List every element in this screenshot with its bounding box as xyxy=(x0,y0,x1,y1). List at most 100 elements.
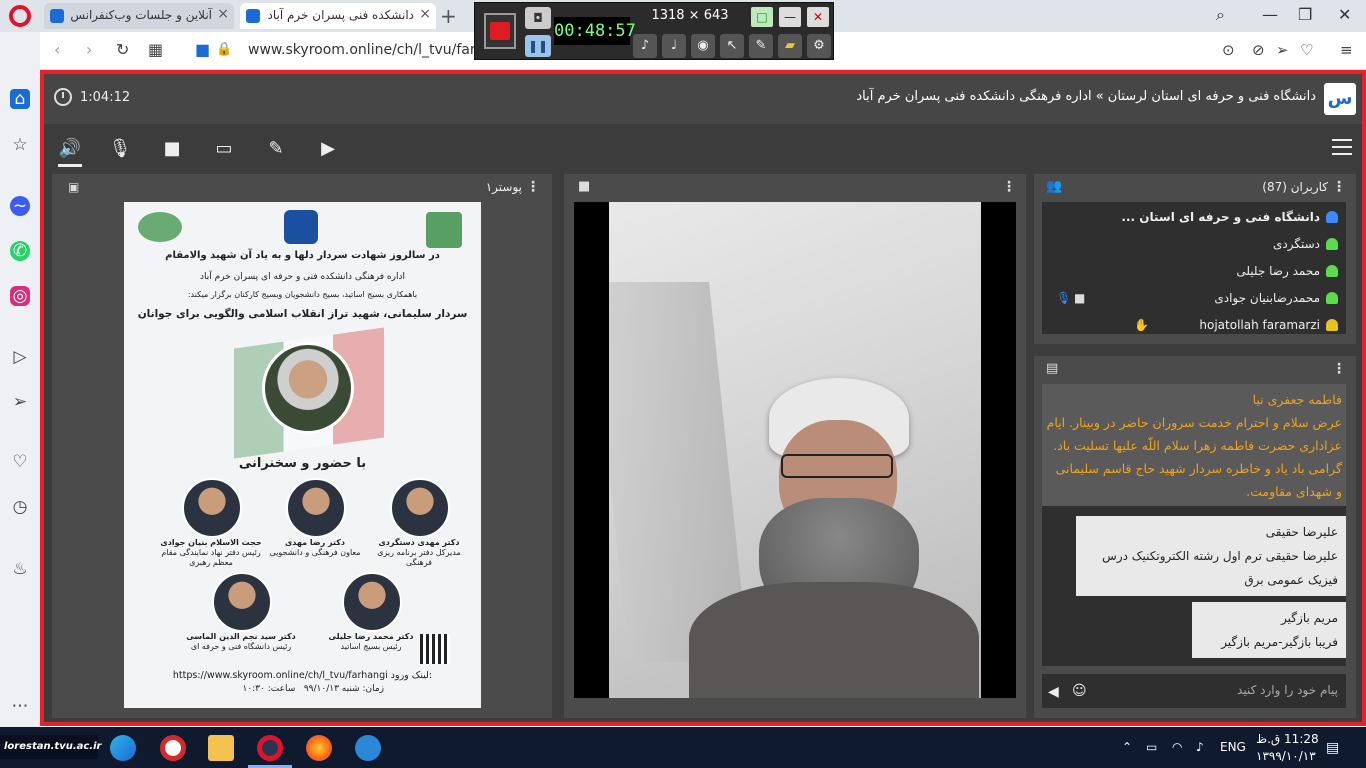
recorder-minimize-icon[interactable]: — xyxy=(779,7,801,27)
user-list: دانشگاه فنی و حرفه ای استان ... دستگردی … xyxy=(1042,202,1346,334)
speed-dial-star-icon[interactable]: ☆ xyxy=(10,135,30,155)
poster-headline-2: اداره فرهنگی دانشکده فنی و حرفه ای پسران… xyxy=(199,272,405,282)
volume-icon[interactable]: ♪ xyxy=(1196,740,1204,754)
microphone-icon[interactable]: ♩ xyxy=(662,34,686,58)
chat-message: علیرضا حقیقی علیرضا حقیقی ترم اول رشته ا… xyxy=(1076,516,1346,596)
messenger-icon[interactable]: ~ xyxy=(10,196,30,216)
cultural-logo-icon xyxy=(426,212,462,248)
speaker-volume-icon[interactable]: ♪ xyxy=(633,34,657,58)
poster-link-line: https://www.skyroom.online/ch/l_tvu/farh… xyxy=(130,670,475,681)
user-row[interactable]: دستگردی xyxy=(1042,231,1346,258)
minimize-icon[interactable]: — xyxy=(1262,5,1278,24)
users-count: کاربران (87) xyxy=(1262,180,1328,194)
chat-panel-menu-icon[interactable]: ⋮ xyxy=(1332,361,1346,377)
bookmarks-heart-icon[interactable]: ♡ xyxy=(10,452,30,472)
instagram-icon[interactable]: ◎ xyxy=(10,286,30,306)
tab-webconference[interactable]: آنلاین و جلسات وب‌کنفرانس × xyxy=(44,3,234,29)
folder-icon[interactable]: ▰ xyxy=(778,34,802,58)
new-tab-button[interactable]: + xyxy=(440,4,457,28)
chat-text: علیرضا حقیقی ترم اول رشته الکتروتکنیک در… xyxy=(1102,549,1338,587)
tab-grid-icon[interactable]: ▦ xyxy=(148,40,163,59)
heart-icon[interactable]: ♡ xyxy=(1300,41,1313,59)
internet-explorer-icon[interactable] xyxy=(355,735,381,761)
pen-icon[interactable]: ✎ xyxy=(749,34,773,58)
reload-icon[interactable]: ↻ xyxy=(116,40,129,59)
pause-button[interactable]: ❚❚ xyxy=(525,35,551,57)
users-panel-menu-icon[interactable]: ⋮ xyxy=(1332,179,1346,195)
user-camera-icon: ■ xyxy=(1074,291,1086,305)
snapshot-icon[interactable]: ⊙ xyxy=(1222,41,1235,59)
speaker-role: مدیرکل دفتر برنامه ریزی فرهنگی xyxy=(377,548,461,567)
user-name: دانشگاه فنی و حرفه ای استان ... xyxy=(1121,210,1320,224)
region-icon[interactable]: □ xyxy=(751,7,773,27)
user-row[interactable]: محمدرضابنیان جوادی 🎙 ■ xyxy=(1042,285,1346,312)
screenshot-camera-icon[interactable]: ◘ xyxy=(525,7,551,29)
file-explorer-icon[interactable] xyxy=(208,735,234,761)
speaker-caption: دکتر مهدی دستگردی مدیرکل دفتر برنامه ریزی… xyxy=(364,538,474,568)
opera-taskbar-icon[interactable] xyxy=(257,735,283,761)
tips-bulb-icon[interactable]: ♨ xyxy=(10,559,30,579)
opera-logo-icon[interactable] xyxy=(9,5,31,27)
record-button[interactable] xyxy=(484,13,516,49)
home-icon[interactable]: ⌂ xyxy=(10,89,30,109)
screen-share-icon[interactable]: ▭ xyxy=(212,138,236,160)
adblock-icon[interactable]: ⊘ xyxy=(1252,41,1265,59)
language-indicator[interactable]: ENG xyxy=(1220,740,1246,754)
clock-time[interactable]: 11:28 ق.ظ xyxy=(1256,732,1319,746)
user-row[interactable]: دانشگاه فنی و حرفه ای استان ... xyxy=(1042,204,1346,231)
whatsapp-icon[interactable]: ✆ xyxy=(10,241,30,261)
opera-sidebar: ⌂ ☆ ~ ✆ ◎ ▷ ➢ ♡ ◷ ♨ ⋯ xyxy=(0,32,40,736)
video-panel-menu-icon[interactable]: ⋮ xyxy=(1002,179,1016,195)
close-window-icon[interactable]: ✕ xyxy=(1338,5,1351,24)
player-icon[interactable]: ▷ xyxy=(10,347,30,367)
history-icon[interactable]: ◷ xyxy=(10,497,30,517)
recorder-close-icon[interactable]: ✕ xyxy=(807,7,829,27)
cursor-icon[interactable]: ↖ xyxy=(720,34,744,58)
chat-input[interactable]: پیام خود را وارد کنید xyxy=(1042,674,1346,708)
menu-lines-icon[interactable]: ≡ xyxy=(1340,41,1353,59)
wifi-icon[interactable]: ◠ xyxy=(1172,740,1182,754)
forward-icon[interactable]: › xyxy=(86,40,92,59)
user-icon xyxy=(1326,238,1338,250)
poster-panel-menu-icon[interactable]: ⋮ xyxy=(526,179,540,195)
speaker-icon[interactable]: 🔊 xyxy=(58,138,82,160)
hamburger-menu-icon[interactable] xyxy=(1332,139,1352,155)
mic-muted-icon[interactable]: 🎙 xyxy=(108,138,132,160)
lock-icon[interactable]: 🔒 xyxy=(216,42,232,57)
more-dots-icon[interactable]: ⋯ xyxy=(10,696,30,716)
settings-gear-icon[interactable]: ⚙ xyxy=(807,34,831,58)
clock-date[interactable]: ۱۳۹۹/۱۰/۱۳ xyxy=(1256,749,1316,763)
camera-icon[interactable]: ■ xyxy=(160,138,184,160)
media-play-icon[interactable]: ▶ xyxy=(316,138,340,160)
university-logo-icon xyxy=(284,210,318,244)
camera-permission-icon[interactable]: ■ xyxy=(195,40,210,59)
tray-expand-icon[interactable]: ⌃ xyxy=(1122,740,1132,754)
room-title: دانشگاه فنی و حرفه ای استان لرستان » ادا… xyxy=(856,89,1316,104)
brush-icon[interactable]: ✎ xyxy=(264,138,288,160)
url-field[interactable]: www.skyroom.online/ch/l_tvu/farhan xyxy=(248,42,476,58)
panel-expand-icon[interactable]: ▣ xyxy=(68,180,79,194)
speaker-caption: دکتر محمد رضا جلیلی رئیس بسیج اساتید xyxy=(316,632,426,652)
tab-skyroom[interactable]: دانشکده فنی پسران خرم آباد × xyxy=(240,3,436,29)
speaker-role: رئیس بسیج اساتید xyxy=(340,642,402,651)
edge-icon[interactable] xyxy=(110,735,136,761)
user-row[interactable]: محمد رضا جلیلی xyxy=(1042,258,1346,285)
user-row[interactable]: hojatollah faramarzi ✋ xyxy=(1042,312,1346,334)
battery-icon[interactable]: ▭ xyxy=(1146,740,1157,754)
webcam-icon[interactable]: ◉ xyxy=(691,34,715,58)
tab-close-icon[interactable]: × xyxy=(419,6,431,22)
maximize-icon[interactable]: ❐ xyxy=(1298,5,1312,24)
send-icon[interactable]: ➢ xyxy=(1276,41,1289,59)
video-feed[interactable] xyxy=(574,202,1016,698)
notifications-icon[interactable]: ▤ xyxy=(1326,740,1339,756)
search-tabs-icon[interactable]: ⌕ xyxy=(1216,5,1225,25)
chat-panel-header: ▤ ⋮ xyxy=(1034,356,1356,382)
emoji-icon[interactable]: ☺ xyxy=(1072,683,1087,699)
tab-close-icon[interactable]: × xyxy=(217,6,229,22)
flow-send-icon[interactable]: ➢ xyxy=(10,392,30,412)
back-icon[interactable]: ‹ xyxy=(54,40,60,59)
user-icon xyxy=(1326,265,1338,277)
firefox-icon[interactable] xyxy=(306,735,332,761)
recorder-app-icon[interactable] xyxy=(160,735,186,761)
send-message-icon[interactable]: ◀ xyxy=(1048,684,1059,700)
